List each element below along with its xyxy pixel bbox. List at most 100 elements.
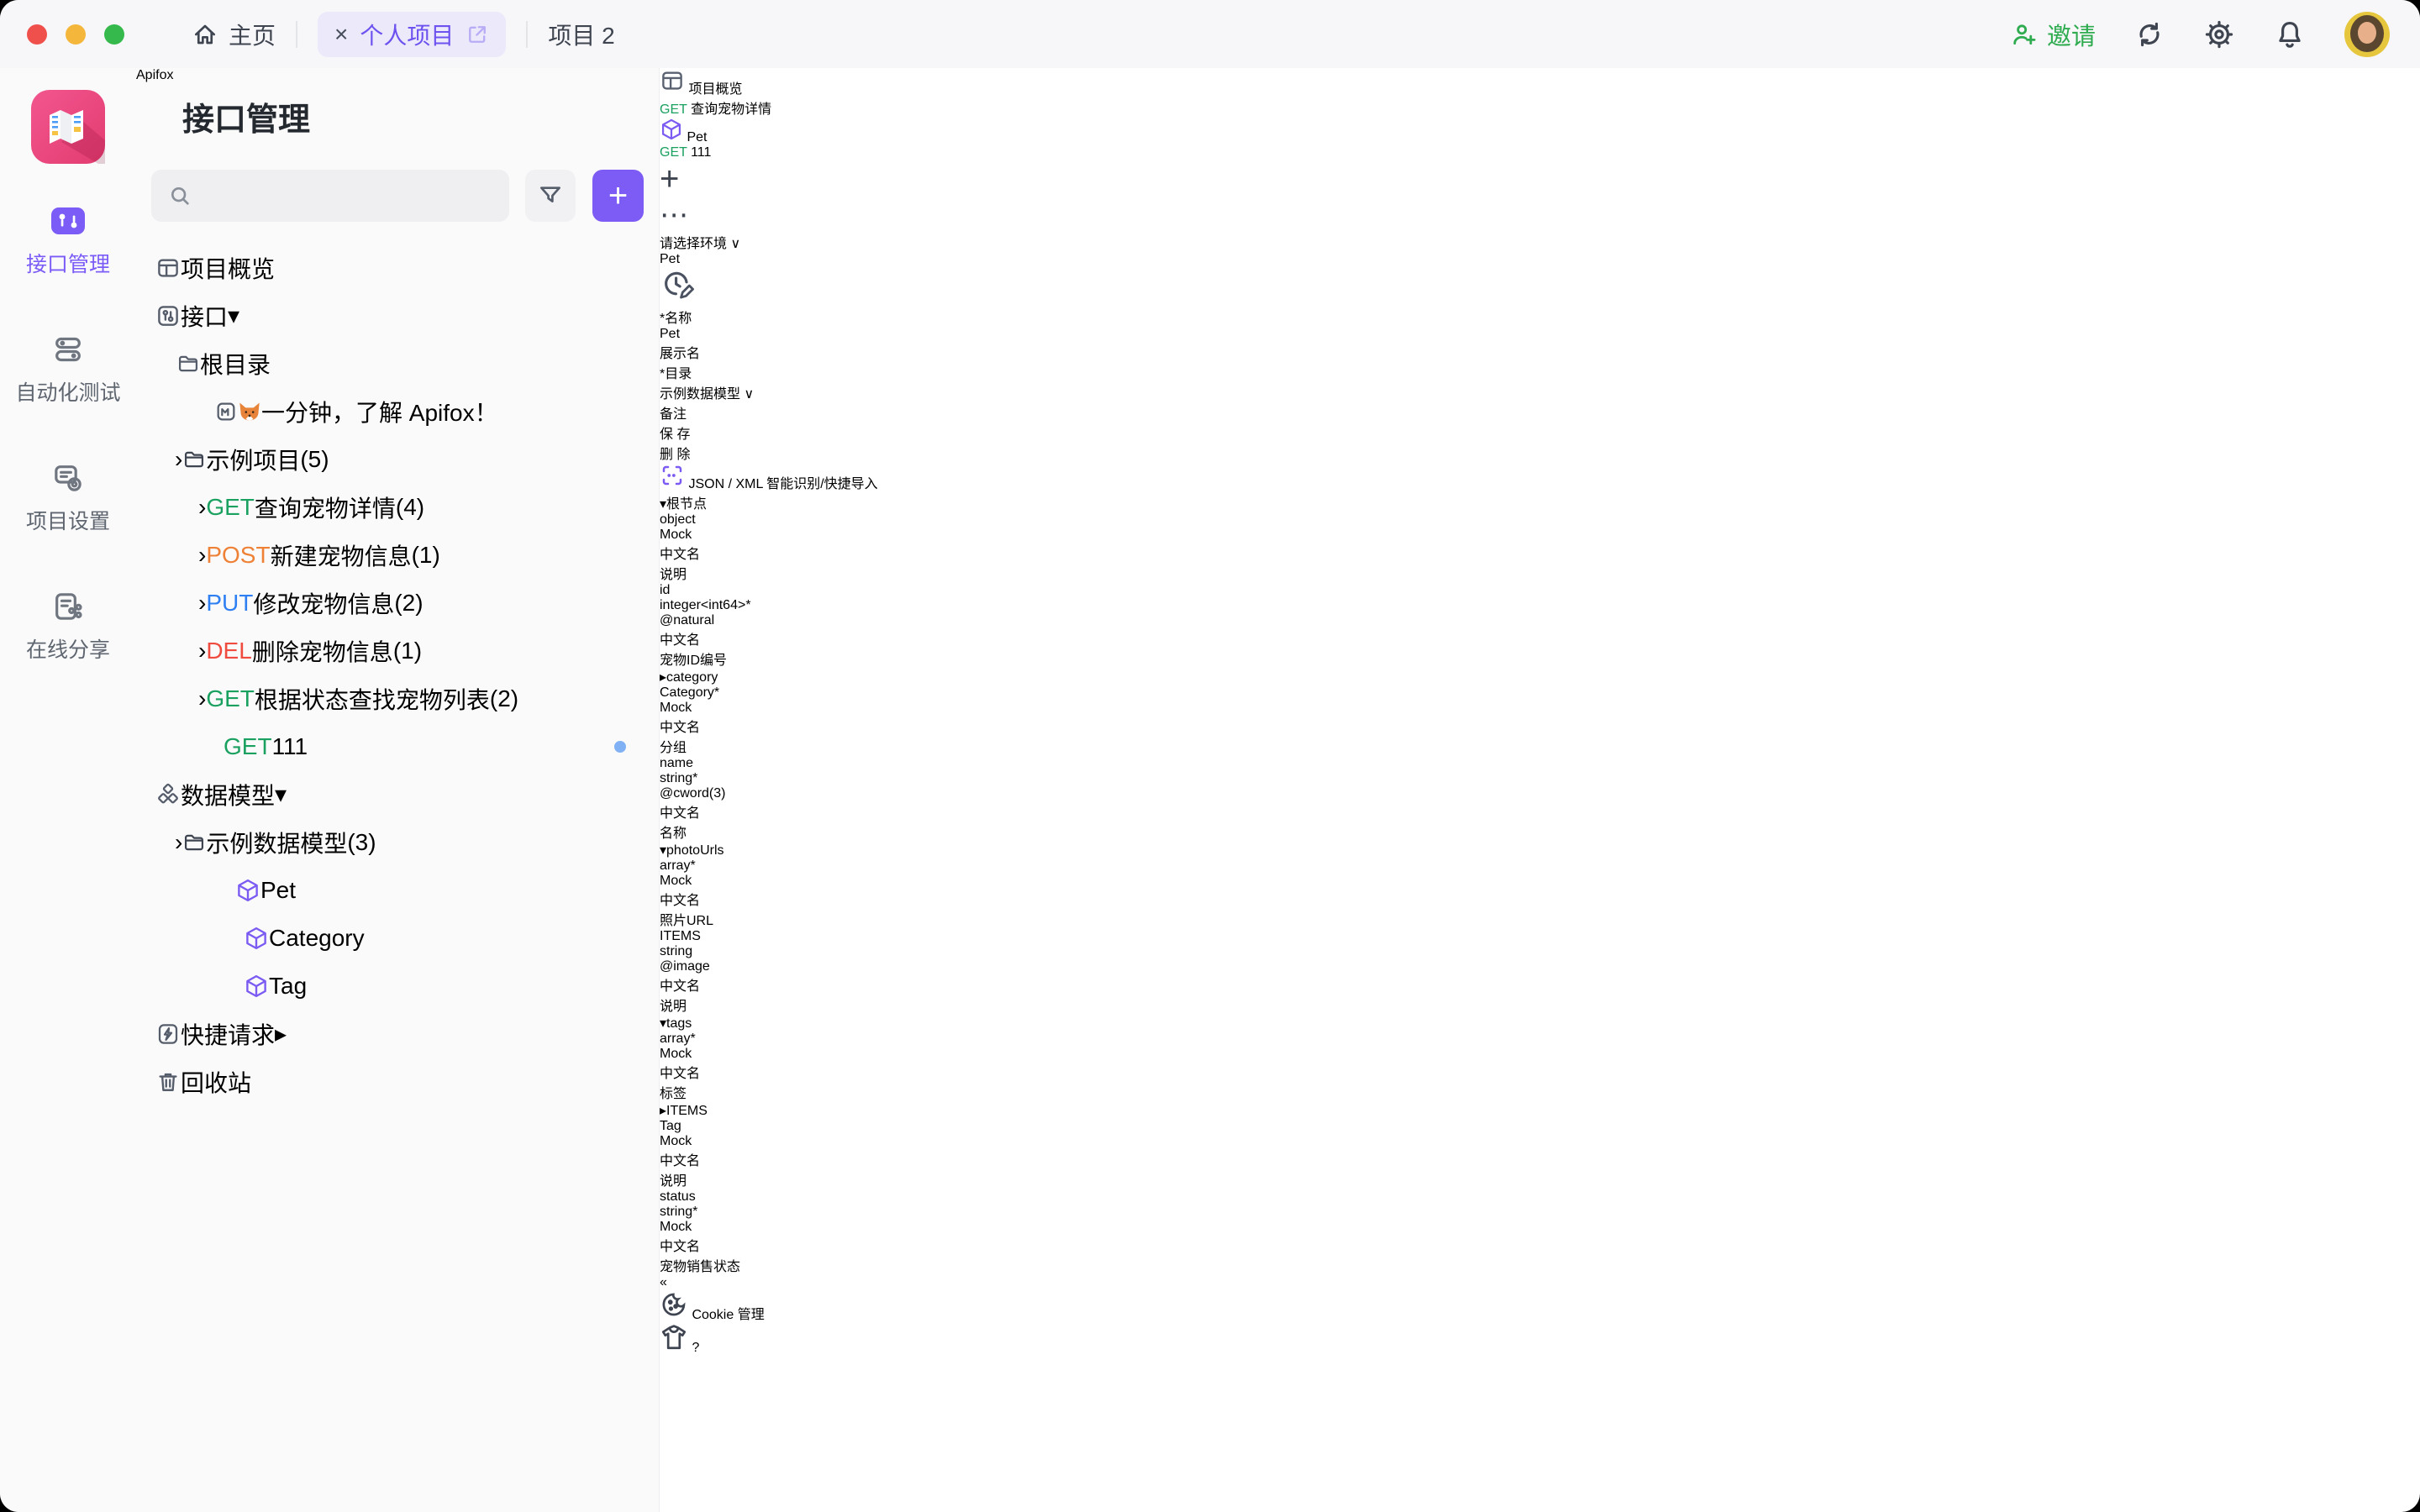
expand-chevron-icon[interactable]: ›: [198, 494, 206, 521]
type-value[interactable]: array: [660, 858, 690, 873]
schema-row-category[interactable]: ▸category Category* Mock 中文名 分组: [660, 669, 878, 756]
items-badge[interactable]: ITEMS: [666, 1104, 708, 1118]
mock-placeholder[interactable]: Mock: [660, 528, 692, 542]
caret-down-icon[interactable]: ▾: [228, 302, 239, 329]
mock-placeholder[interactable]: Mock: [660, 701, 692, 715]
tree-model-pet-selected[interactable]: Pet: [136, 866, 660, 914]
tab-project-overview[interactable]: 项目概览: [660, 68, 878, 97]
cn-name-placeholder[interactable]: 中文名: [660, 1154, 700, 1168]
expand-chevron-icon[interactable]: ›: [198, 542, 206, 569]
tree-section-data-models[interactable]: 数据模型 ▾: [136, 770, 660, 818]
cn-name-placeholder[interactable]: 中文名: [660, 633, 700, 648]
expand-chevron-icon[interactable]: ›: [175, 446, 182, 473]
row-expand-icon[interactable]: ▸: [660, 1104, 666, 1118]
row-expand-icon[interactable]: ▾: [660, 843, 666, 858]
desc-value[interactable]: 名称: [660, 827, 687, 841]
expand-chevron-icon[interactable]: ›: [198, 590, 206, 617]
avatar[interactable]: [2344, 12, 2390, 57]
items-badge[interactable]: ITEMS: [660, 929, 701, 943]
tree-folder-example-models[interactable]: › 示例数据模型(3): [136, 818, 660, 866]
save-button[interactable]: 保 存: [660, 423, 878, 443]
tree-section-quick-request[interactable]: 快捷请求 ▸: [136, 1010, 660, 1058]
add-tab-button[interactable]: +: [660, 160, 878, 198]
settings-gear-icon[interactable]: [2203, 18, 2235, 50]
tree-folder-example-project[interactable]: › 示例项目(5): [136, 435, 660, 483]
apifox-logo[interactable]: [31, 90, 105, 168]
type-value[interactable]: string: [660, 771, 692, 785]
tree-item-project-overview[interactable]: 项目概览: [136, 244, 660, 291]
tree-api-del-delete-pet[interactable]: › DEL 删除宠物信息(1): [136, 627, 660, 675]
desc-value[interactable]: 分组: [660, 741, 687, 755]
schema-row-id[interactable]: id integer<int64>* @natural 中文名 宠物ID编号: [660, 583, 878, 669]
tree-item-markdown-doc[interactable]: 一分钟，了解 Apifox！: [136, 387, 660, 435]
tree-api-get-111[interactable]: GET 111: [136, 722, 660, 770]
tab-overflow-menu[interactable]: ⋯: [660, 198, 878, 232]
add-button[interactable]: +: [592, 170, 644, 222]
cn-name-placeholder[interactable]: 中文名: [660, 721, 700, 735]
schema-row-photourls[interactable]: ▾photoUrls array* Mock 中文名 照片URL: [660, 842, 878, 929]
row-expand-icon[interactable]: ▸: [660, 670, 666, 685]
type-value[interactable]: array: [660, 1032, 690, 1046]
search-input[interactable]: [151, 170, 509, 222]
sync-icon[interactable]: [2134, 19, 2165, 50]
cookie-manager-button[interactable]: Cookie 管理: [660, 1290, 878, 1323]
name-field[interactable]: Pet: [660, 327, 878, 342]
environment-selector[interactable]: 请选择环境 ∨: [660, 232, 878, 252]
schema-row-root[interactable]: ▾根节点 object Mock 中文名 说明: [660, 492, 878, 583]
tree-item-trash[interactable]: 回收站: [136, 1058, 660, 1105]
directory-select[interactable]: 示例数据模型 ∨: [660, 382, 878, 402]
schema-row-tags[interactable]: ▾tags array* Mock 中文名 标签: [660, 1015, 878, 1102]
tree-api-put-update-pet[interactable]: › PUT 修改宠物信息(2): [136, 579, 660, 627]
tab-get-pet-detail[interactable]: GET 查询宠物详情: [660, 97, 878, 118]
schema-row-photourls-items[interactable]: ITEMS string @image 中文名 说明: [660, 929, 878, 1015]
expand-chevron-icon[interactable]: ›: [198, 638, 206, 664]
type-value[interactable]: integer<int64>: [660, 598, 745, 612]
type-value[interactable]: string: [660, 944, 692, 958]
expand-chevron-icon[interactable]: ›: [175, 829, 182, 856]
schema-row-tags-items[interactable]: ▸ITEMS Tag Mock 中文名 说明: [660, 1102, 878, 1189]
tree-model-category[interactable]: Category: [136, 914, 660, 962]
json-import-button[interactable]: JSON / XML 智能识别/快捷导入: [660, 463, 878, 492]
desc-placeholder[interactable]: 说明: [660, 1000, 687, 1014]
tree-section-apis[interactable]: 接口 ▾: [136, 291, 660, 339]
mock-value[interactable]: @natural: [660, 613, 714, 627]
minimize-window-button[interactable]: [66, 24, 86, 45]
tree-api-get-pet-detail[interactable]: › GET 查询宠物详情(4): [136, 483, 660, 531]
row-expand-icon[interactable]: ▾: [660, 1016, 666, 1031]
external-link-icon[interactable]: [466, 23, 489, 46]
mock-value[interactable]: @cword(3): [660, 786, 725, 801]
expand-chevron-icon[interactable]: ›: [198, 685, 206, 712]
mock-placeholder[interactable]: Mock: [660, 1220, 692, 1234]
filter-button[interactable]: [525, 170, 576, 222]
root-node-badge[interactable]: 根节点: [666, 497, 707, 512]
zoom-window-button[interactable]: [104, 24, 124, 45]
rail-item-automated-testing[interactable]: 自动化测试: [0, 331, 136, 407]
desc-value[interactable]: 宠物ID编号: [660, 654, 727, 668]
cn-name-placeholder[interactable]: 中文名: [660, 1240, 700, 1254]
mock-placeholder[interactable]: Mock: [660, 874, 692, 888]
mock-placeholder[interactable]: Mock: [660, 1134, 692, 1148]
desc-value[interactable]: 照片URL: [660, 914, 713, 928]
tab-personal-project[interactable]: × 个人项目: [318, 12, 506, 57]
caret-right-icon[interactable]: ▸: [275, 1020, 287, 1047]
home-button[interactable]: 主页: [192, 18, 276, 51]
rail-item-api-management[interactable]: 接口管理: [0, 202, 136, 278]
tab-get-111[interactable]: GET 111: [660, 145, 878, 160]
cn-name-placeholder[interactable]: 中文名: [660, 548, 700, 562]
tab-project-2[interactable]: 项目 2: [548, 18, 614, 51]
help-icon[interactable]: ?: [692, 1341, 699, 1355]
mock-value[interactable]: @image: [660, 959, 710, 974]
invite-button[interactable]: 邀请: [2010, 17, 2096, 52]
collapse-sidebar-icon[interactable]: «: [660, 1275, 667, 1289]
rail-item-project-settings[interactable]: 项目设置: [0, 459, 136, 535]
desc-value[interactable]: 宠物销售状态: [660, 1260, 740, 1274]
type-value[interactable]: Category: [660, 685, 714, 700]
desc-placeholder[interactable]: 说明: [660, 1174, 687, 1189]
tshirt-theme-icon[interactable]: [660, 1323, 688, 1352]
delete-button[interactable]: 删 除: [660, 443, 878, 463]
tab-pet-active[interactable]: Pet: [660, 118, 842, 145]
tree-api-post-create-pet[interactable]: › POST 新建宠物信息(1): [136, 531, 660, 579]
caret-down-icon[interactable]: ▾: [275, 780, 287, 808]
type-value[interactable]: Tag: [660, 1119, 681, 1133]
type-value[interactable]: string: [660, 1205, 692, 1219]
